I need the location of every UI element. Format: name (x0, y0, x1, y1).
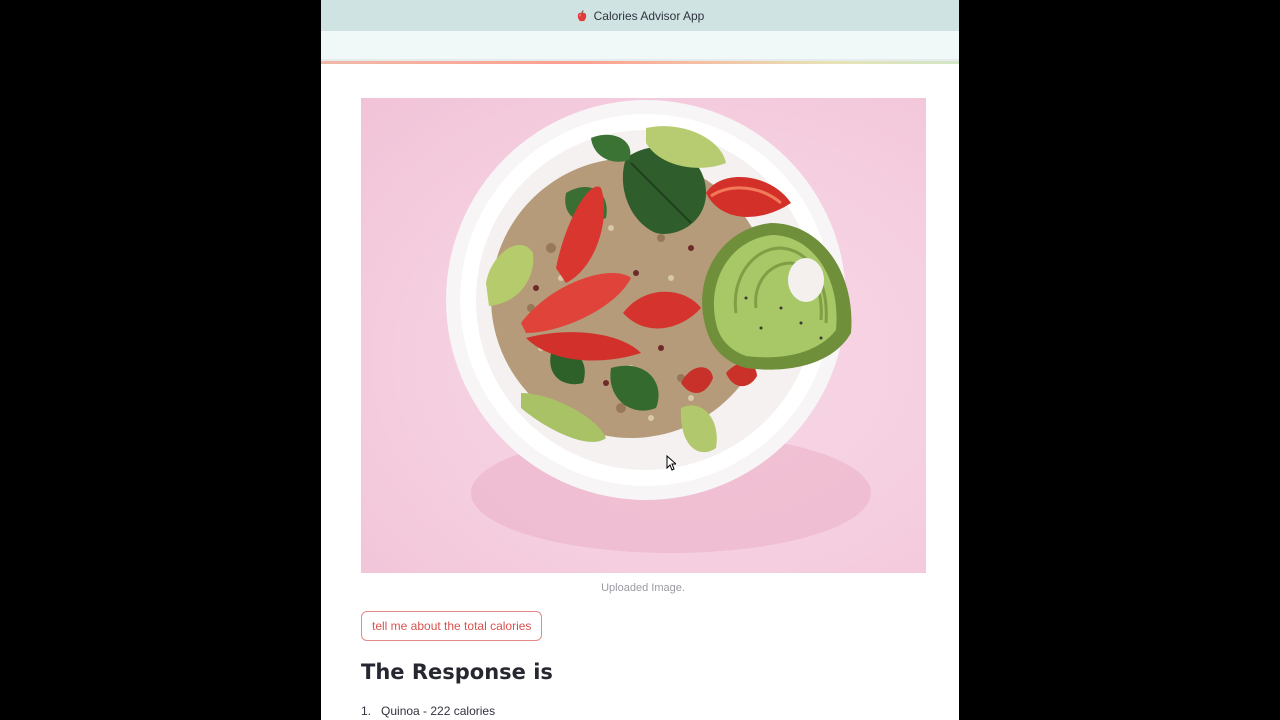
app-header: Calories Advisor App (321, 0, 959, 31)
decoration-line (321, 61, 959, 64)
toolbar-strip (321, 31, 959, 61)
list-item-text: Quinoa - 222 calories (381, 704, 496, 718)
mouse-cursor-icon (666, 455, 676, 471)
uploaded-image (361, 98, 926, 573)
list-item-number: 1. (361, 704, 372, 718)
app-page: Calories Advisor App Uploaded Image. tel… (321, 0, 959, 720)
list-item: 1. Quinoa - 222 calories (361, 704, 495, 718)
apple-icon (577, 9, 586, 21)
response-heading: The Response is (361, 660, 553, 684)
salad-bowl-image (446, 100, 871, 553)
total-calories-button[interactable]: tell me about the total calories (361, 611, 543, 641)
image-caption: Uploaded Image. (601, 582, 685, 594)
response-list: 1. Quinoa - 222 calories (361, 704, 495, 718)
app-title: Calories Advisor App (593, 8, 705, 23)
